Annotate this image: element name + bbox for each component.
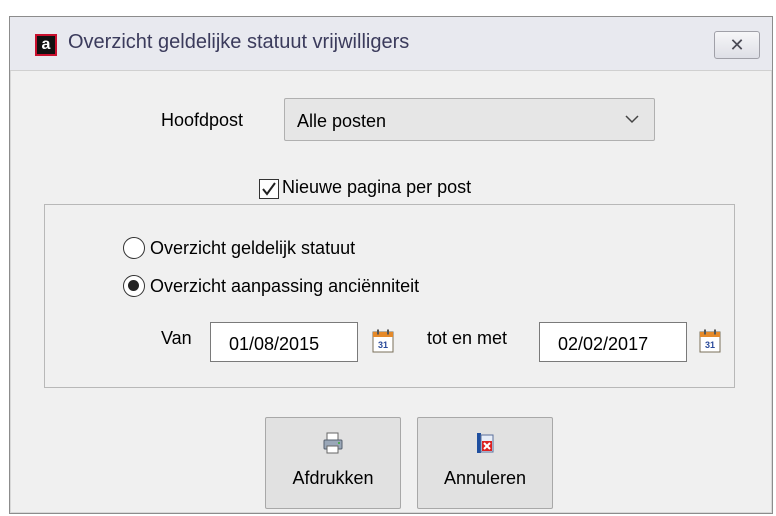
radio-geldelijk-statuut[interactable] — [123, 237, 145, 259]
app-logo-icon: a — [35, 34, 57, 56]
checkmark-icon — [262, 182, 276, 196]
svg-text:31: 31 — [378, 340, 388, 350]
hoofdpost-label: Hoofdpost — [161, 110, 244, 130]
hoofdpost-value: Alle posten — [297, 111, 387, 131]
print-button[interactable]: Afdrukken — [265, 417, 401, 509]
svg-text:31: 31 — [705, 340, 715, 350]
new-page-checkbox[interactable] — [259, 179, 279, 199]
van-date-input[interactable]: 01/08/2015 — [210, 322, 358, 362]
title-bar[interactable]: a Overzicht geldelijke statuut vrijwilli… — [10, 17, 772, 71]
calendar-tot-icon[interactable]: 31 — [699, 329, 721, 353]
cancel-doc-icon — [477, 433, 494, 453]
dialog-window: a Overzicht geldelijke statuut vrijwilli… — [9, 16, 773, 514]
calendar-van-icon[interactable]: 31 — [372, 329, 394, 353]
van-label: Van — [161, 328, 192, 348]
printer-icon — [323, 432, 343, 454]
hoofdpost-select[interactable]: Alle posten — [284, 98, 655, 141]
print-button-label: Afdrukken — [292, 468, 374, 488]
window-title: Overzicht geldelijke statuut vrijwillige… — [68, 31, 410, 53]
chevron-down-icon — [625, 115, 639, 124]
radio-selected-dot — [128, 280, 139, 291]
radio-aanpassing-anciennitiet-label: Overzicht aanpassing anciënniteit — [150, 276, 420, 296]
cancel-button-label: Annuleren — [443, 468, 527, 488]
tot-label: tot en met — [427, 328, 508, 348]
close-button[interactable]: ✕ — [714, 31, 760, 59]
cancel-button[interactable]: Annuleren — [417, 417, 553, 509]
radio-aanpassing-anciennitiet[interactable] — [123, 275, 145, 297]
tot-date-input[interactable]: 02/02/2017 — [539, 322, 687, 362]
new-page-label: Nieuwe pagina per post — [282, 177, 472, 197]
close-icon: ✕ — [729, 34, 745, 55]
radio-geldelijk-statuut-label: Overzicht geldelijk statuut — [150, 238, 356, 258]
